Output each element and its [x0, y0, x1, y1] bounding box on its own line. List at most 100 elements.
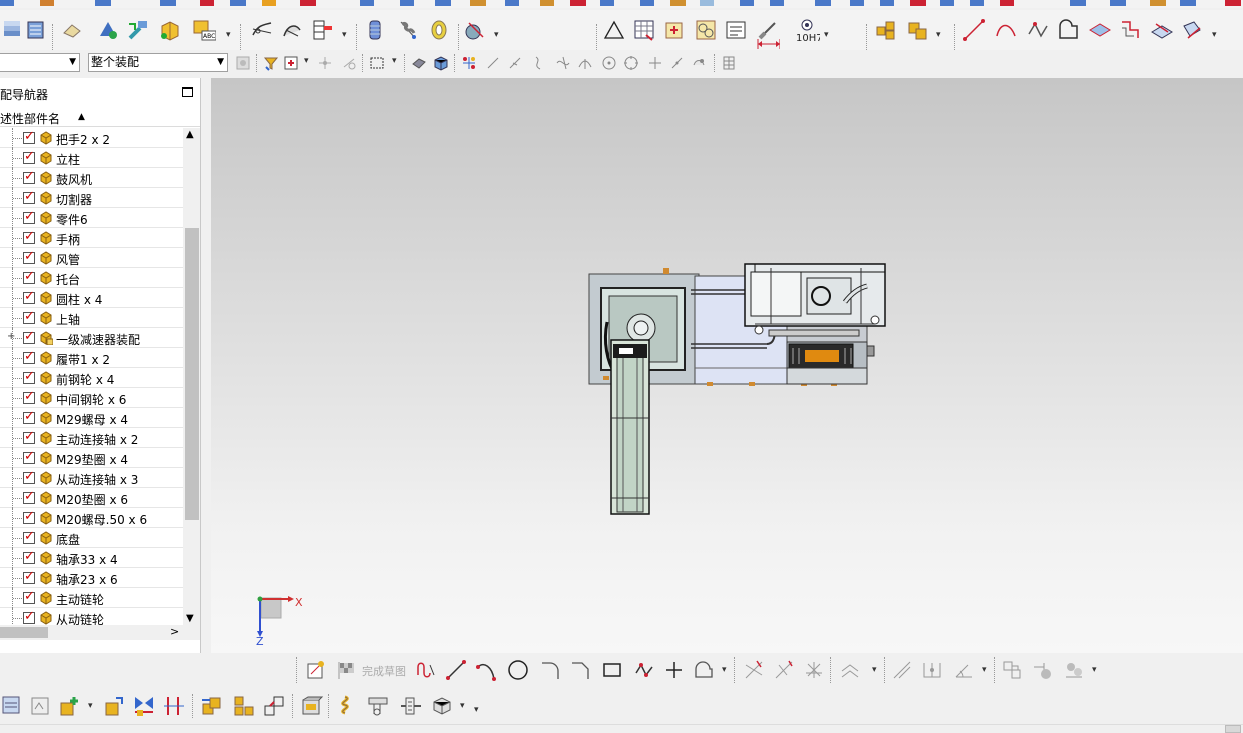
- tree-item[interactable]: 从动连接轴 x 3: [0, 468, 183, 488]
- scrollbar-thumb[interactable]: [0, 627, 48, 638]
- hammer-assembly-icon[interactable]: [126, 18, 150, 42]
- visibility-checkbox[interactable]: [23, 169, 35, 184]
- dropdown-arrow-icon[interactable]: ▾: [824, 30, 829, 40]
- component-list-icon[interactable]: [24, 18, 48, 42]
- tree-item[interactable]: 从动链轮: [0, 608, 183, 625]
- finish-sketch-label[interactable]: 完成草图: [362, 663, 406, 679]
- constraint-navigator-icon[interactable]: [28, 694, 52, 718]
- visibility-checkbox[interactable]: [23, 609, 35, 624]
- dropdown-arrow-icon[interactable]: ▾: [392, 56, 397, 66]
- tree-item[interactable]: 底盘: [0, 528, 183, 548]
- geometric-constraint-icon[interactable]: [890, 658, 914, 682]
- dropdown-arrow-icon[interactable]: ▾: [342, 30, 347, 40]
- tree-item[interactable]: 中间钢轮 x 6: [0, 388, 183, 408]
- assembly-model-drawing[interactable]: X Z: [211, 78, 1243, 653]
- visibility-checkbox[interactable]: [23, 329, 35, 344]
- cube-settings-icon[interactable]: [430, 694, 454, 718]
- auto-constrain-icon[interactable]: [1030, 658, 1054, 682]
- chamfer-icon[interactable]: [568, 658, 592, 682]
- visibility-checkbox[interactable]: [23, 469, 35, 484]
- snap-tangent-icon[interactable]: [340, 54, 358, 72]
- spring-icon[interactable]: [396, 18, 420, 42]
- visibility-checkbox[interactable]: [23, 309, 35, 324]
- tree-item[interactable]: 上轴: [0, 308, 183, 328]
- gear-spring-icon[interactable]: [464, 18, 488, 42]
- tree-item[interactable]: M29垫圈 x 4: [0, 448, 183, 468]
- scroll-right-icon[interactable]: >: [170, 625, 179, 638]
- arc-icon[interactable]: [994, 18, 1018, 42]
- assembly-boxes-icon[interactable]: [874, 18, 898, 42]
- make-corner-icon[interactable]: [802, 658, 826, 682]
- visibility-checkbox[interactable]: [23, 349, 35, 364]
- visibility-checkbox[interactable]: [23, 569, 35, 584]
- table-note-icon[interactable]: [632, 18, 656, 42]
- profile-sketch-icon[interactable]: [414, 658, 438, 682]
- snap-intersection-icon[interactable]: [554, 54, 572, 72]
- graphics-viewport[interactable]: X Z: [211, 78, 1243, 653]
- dropdown-arrow-icon[interactable]: ▾: [936, 30, 941, 40]
- tangent-surface-icon[interactable]: [250, 18, 274, 42]
- tree-item[interactable]: 手柄: [0, 228, 183, 248]
- dropdown-arrow-icon[interactable]: ▾: [722, 665, 727, 675]
- drafting-frame-icon[interactable]: [310, 18, 334, 42]
- rectangle-icon[interactable]: [600, 658, 624, 682]
- dropdown-arrow-icon[interactable]: ▾: [460, 701, 465, 711]
- snap-end-icon[interactable]: [484, 54, 502, 72]
- visibility-checkbox[interactable]: [23, 589, 35, 604]
- profile-icon[interactable]: [1056, 18, 1080, 42]
- tree-item[interactable]: 立柱: [0, 148, 183, 168]
- assembly-sequence-icon[interactable]: [300, 694, 324, 718]
- dropdown-arrow-icon[interactable]: ▾: [1092, 665, 1097, 675]
- sketch-arc-icon[interactable]: [474, 658, 498, 682]
- add-component-icon[interactable]: [58, 694, 82, 718]
- assembly-navigator-icon[interactable]: [0, 694, 24, 718]
- toolbar-overflow-icon[interactable]: ▾: [474, 705, 479, 715]
- tree-item[interactable]: 主动链轮: [0, 588, 183, 608]
- abc-label-icon[interactable]: ABC: [192, 18, 216, 42]
- sweep-surface-icon[interactable]: [280, 18, 304, 42]
- wave-link-icon[interactable]: [262, 694, 286, 718]
- dropdown-arrow-icon[interactable]: ▾: [1212, 30, 1217, 40]
- tree-item[interactable]: M20垫圈 x 6: [0, 488, 183, 508]
- tree-item[interactable]: 轴承33 x 4: [0, 548, 183, 568]
- project-curve-icon[interactable]: [1150, 18, 1174, 42]
- visibility-checkbox[interactable]: [23, 229, 35, 244]
- triangle-icon[interactable]: [602, 18, 626, 42]
- filter-icon[interactable]: [262, 54, 280, 72]
- maximize-icon[interactable]: [182, 87, 193, 97]
- snap-on-face-icon[interactable]: [690, 54, 708, 72]
- scrollbar-thumb[interactable]: [185, 228, 199, 520]
- visibility-checkbox[interactable]: [23, 369, 35, 384]
- fillet-icon[interactable]: [538, 658, 562, 682]
- tree-item[interactable]: M20螺母.50 x 6: [0, 508, 183, 528]
- move-component-icon[interactable]: [102, 694, 126, 718]
- sketch-line-icon[interactable]: [444, 658, 468, 682]
- offset-curve-icon[interactable]: [838, 658, 862, 682]
- sketch-circle-icon[interactable]: [506, 658, 530, 682]
- finish-sketch-flag-icon[interactable]: [334, 658, 358, 682]
- snap-circle-icon[interactable]: [622, 54, 640, 72]
- visibility-checkbox[interactable]: [23, 549, 35, 564]
- exploded-view-icon[interactable]: [232, 694, 256, 718]
- expand-plus-icon[interactable]: +: [7, 331, 15, 342]
- balloon-icon[interactable]: [694, 18, 718, 42]
- reuse-library-icon[interactable]: [398, 694, 422, 718]
- visibility-checkbox[interactable]: [23, 489, 35, 504]
- dropdown-arrow-icon[interactable]: ▾: [494, 30, 499, 40]
- fit-tolerance-icon[interactable]: 10H7: [794, 18, 820, 43]
- tree-item[interactable]: 主动连接轴 x 2: [0, 428, 183, 448]
- arrangement-icon[interactable]: [200, 694, 224, 718]
- visibility-checkbox[interactable]: [23, 249, 35, 264]
- tree-item[interactable]: 切割器: [0, 188, 183, 208]
- quick-extend-icon[interactable]: [772, 658, 796, 682]
- grid-icon[interactable]: [720, 54, 738, 72]
- scroll-down-icon[interactable]: ▼: [186, 613, 194, 624]
- visibility-checkbox[interactable]: [23, 429, 35, 444]
- column-header[interactable]: 述性部件名 ▲: [0, 107, 200, 127]
- studio-spline-icon[interactable]: [692, 658, 716, 682]
- snap-all-points-icon[interactable]: [460, 54, 478, 72]
- scroll-up-icon[interactable]: ▲: [186, 129, 194, 140]
- tree-item[interactable]: 托台: [0, 268, 183, 288]
- intersect-curve-icon[interactable]: [1180, 18, 1204, 42]
- polyline-icon[interactable]: [1026, 18, 1050, 42]
